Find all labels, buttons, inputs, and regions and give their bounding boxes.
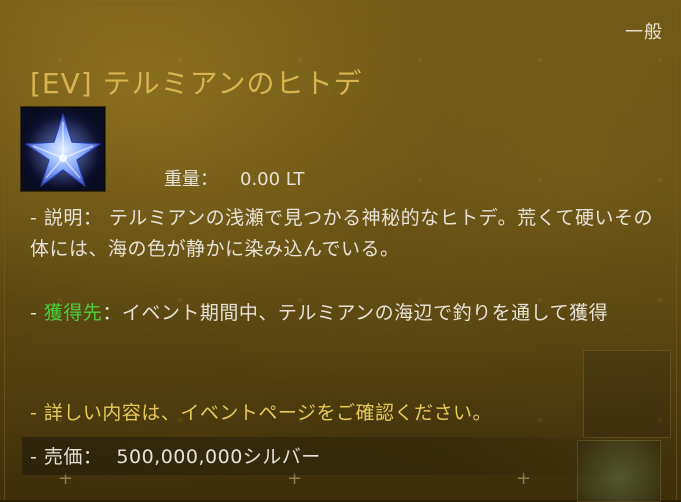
price-value: 500,000,000シルバー (116, 446, 321, 468)
obtain-prefix: - (30, 302, 44, 324)
item-weight: 重量： 0.00 LT (164, 165, 304, 191)
item-icon-slot (21, 107, 105, 191)
item-details-note: - 詳しい内容は、イベントページをご確認ください。 (30, 402, 493, 424)
item-obtain-source: - 獲得先：イベント期間中、テルミアンの海辺で釣りを通して獲得 (30, 298, 660, 329)
price-label: - 売価： (30, 446, 103, 468)
item-sell-price: - 売価： 500,000,000シルバー (30, 442, 321, 469)
weight-label: 重量： (164, 169, 218, 190)
obtain-label: 獲得先 (43, 302, 103, 324)
item-grade: 一般 (625, 22, 663, 43)
weight-value: 0.00 LT (240, 169, 305, 190)
item-title: [EV] テルミアンのヒトデ (30, 67, 363, 100)
obtain-text: ：イベント期間中、テルミアンの海辺で釣りを通して獲得 (102, 302, 609, 324)
starfish-icon (25, 113, 101, 188)
item-description: - 説明： テルミアンの浅瀬で見つかる神秘的なヒトデ。荒くて硬いその体には、海の… (30, 207, 654, 260)
